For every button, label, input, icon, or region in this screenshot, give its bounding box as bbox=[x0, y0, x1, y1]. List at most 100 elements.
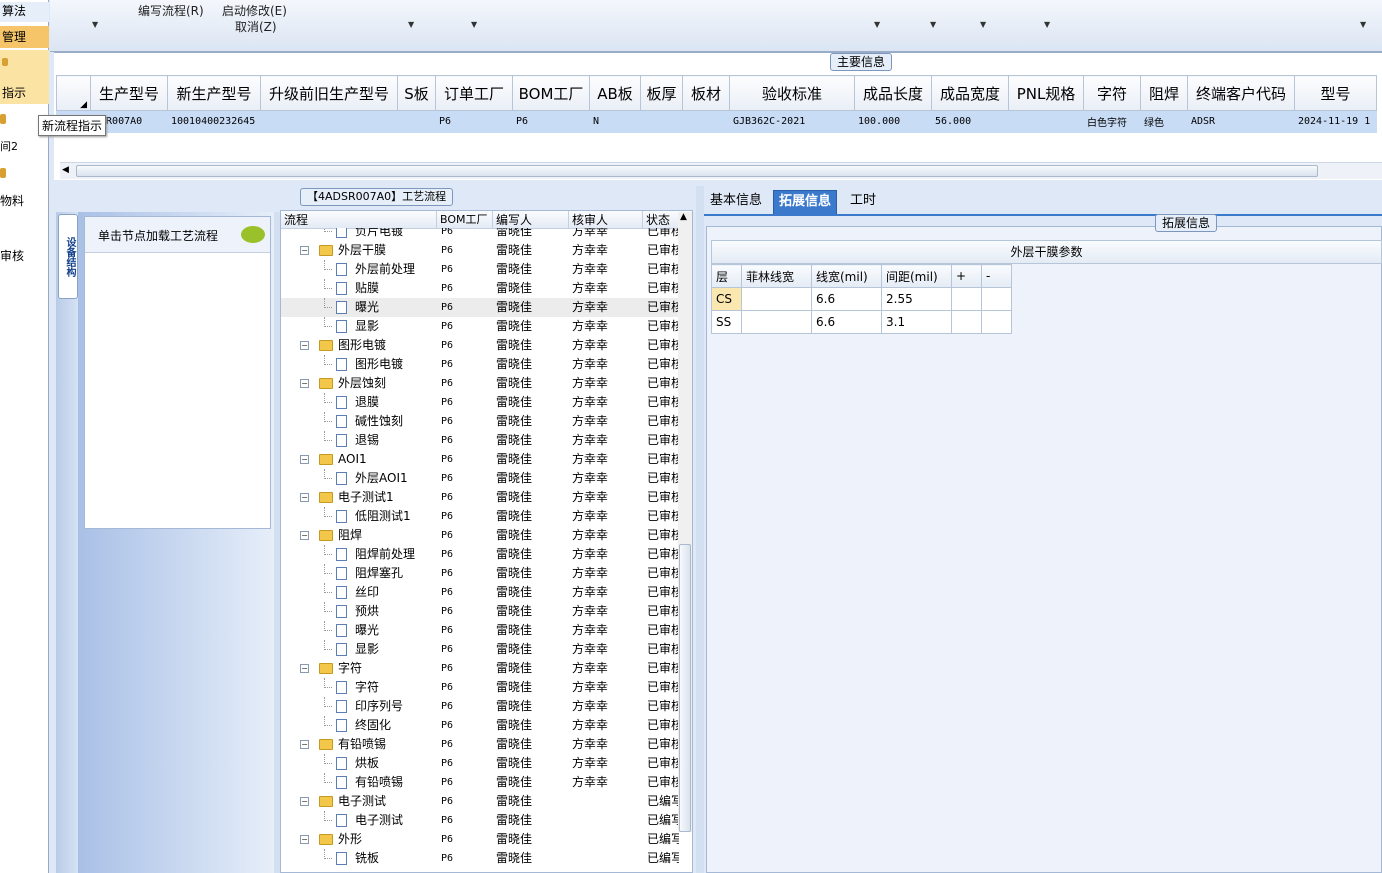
add-row-button[interactable]: + bbox=[951, 264, 982, 288]
collapse-icon[interactable]: − bbox=[300, 493, 309, 502]
tree-row[interactable]: − 外层干膜 P6 雷晓佳 方幸幸 已审核 bbox=[281, 241, 681, 260]
param-cell-line-width[interactable]: 6.6 bbox=[811, 310, 882, 334]
tree-row[interactable]: 烘板 P6 雷晓佳 方幸幸 已审核 bbox=[281, 754, 681, 773]
cancel-button[interactable]: 取消(Z) bbox=[235, 18, 277, 35]
param-cell-add[interactable] bbox=[951, 310, 982, 334]
collapse-icon[interactable]: − bbox=[300, 740, 309, 749]
col-header[interactable]: 板厚 bbox=[640, 75, 683, 111]
tree-row[interactable]: − 阻焊 P6 雷晓佳 方幸幸 已审核 bbox=[281, 526, 681, 545]
tree-row[interactable]: 丝印 P6 雷晓佳 方幸幸 已审核 bbox=[281, 583, 681, 602]
dropdown-arrow-icon[interactable]: ▼ bbox=[408, 20, 414, 29]
dropdown-arrow-icon[interactable]: ▼ bbox=[471, 20, 477, 29]
col-header[interactable]: 字符 bbox=[1083, 75, 1141, 111]
col-header-reviewer[interactable]: 核审人 bbox=[569, 211, 643, 229]
tree-row[interactable]: 碱性蚀刻 P6 雷晓佳 方幸幸 已审核 bbox=[281, 412, 681, 431]
tree-row[interactable]: 外层AOI1 P6 雷晓佳 方幸幸 已审核 bbox=[281, 469, 681, 488]
tree-row[interactable]: 印序列号 P6 雷晓佳 方幸幸 已审核 bbox=[281, 697, 681, 716]
table-cell[interactable]: 56.000 bbox=[931, 110, 1009, 133]
table-cell[interactable]: GJB362C-2021 bbox=[729, 110, 855, 133]
tree-row[interactable]: − 外形 P6 雷晓佳 已编写 bbox=[281, 830, 681, 849]
tree-row[interactable]: 有铅喷锡 P6 雷晓佳 方幸幸 已审核 bbox=[281, 773, 681, 792]
table-cell[interactable] bbox=[640, 110, 683, 133]
param-cell-spacing[interactable]: 3.1 bbox=[881, 310, 952, 334]
col-header[interactable]: 验收标准 bbox=[729, 75, 855, 111]
col-header-flow[interactable]: 流程 bbox=[281, 211, 437, 229]
tab-device-structure[interactable]: 设备结构 bbox=[58, 214, 78, 299]
col-header[interactable]: 板材 bbox=[682, 75, 730, 111]
param-cell-add[interactable] bbox=[951, 287, 982, 311]
table-cell[interactable]: 100.000 bbox=[854, 110, 932, 133]
dropdown-arrow-icon[interactable]: ▼ bbox=[874, 20, 880, 29]
col-header[interactable]: 型号 bbox=[1294, 75, 1377, 111]
tree-row[interactable]: 贴膜 P6 雷晓佳 方幸幸 已审核 bbox=[281, 279, 681, 298]
scroll-up-icon[interactable]: ▲ bbox=[680, 212, 687, 222]
tree-row[interactable]: 退膜 P6 雷晓佳 方幸幸 已审核 bbox=[281, 393, 681, 412]
param-row[interactable]: CS 6.6 2.55 bbox=[711, 287, 1012, 311]
nav-item-algorithm[interactable]: 算法 bbox=[0, 2, 49, 22]
dropdown-arrow-icon[interactable]: ▼ bbox=[92, 20, 98, 29]
tree-row[interactable]: 低阻测试1 P6 雷晓佳 方幸幸 已审核 bbox=[281, 507, 681, 526]
col-header[interactable]: 阻焊 bbox=[1140, 75, 1188, 111]
collapse-icon[interactable]: − bbox=[300, 664, 309, 673]
tree-row[interactable]: 电子测试 P6 雷晓佳 已编写 bbox=[281, 811, 681, 830]
collapse-icon[interactable]: − bbox=[300, 455, 309, 464]
table-cell[interactable]: 2024-11-19 1 bbox=[1294, 110, 1377, 133]
param-cell-film-width[interactable] bbox=[741, 287, 812, 311]
load-flow-box[interactable]: 单击节点加载工艺流程 bbox=[84, 216, 271, 529]
tab-extended-info[interactable]: 拓展信息 bbox=[773, 190, 838, 214]
splitter[interactable] bbox=[696, 186, 704, 873]
tree-row[interactable]: 显影 P6 雷晓佳 方幸幸 已审核 bbox=[281, 640, 681, 659]
tree-row[interactable]: 退锡 P6 雷晓佳 方幸幸 已审核 bbox=[281, 431, 681, 450]
scroll-thumb[interactable] bbox=[76, 165, 1318, 177]
table-cell[interactable] bbox=[682, 110, 730, 133]
col-header-bom[interactable]: BOM工厂 bbox=[437, 211, 493, 229]
col-header[interactable]: 生产型号 bbox=[90, 75, 168, 111]
tree-row[interactable]: − AOI1 P6 雷晓佳 方幸幸 已审核 bbox=[281, 450, 681, 469]
tree-row[interactable]: 负片电镀 P6 雷晓佳 方幸幸 已审核 bbox=[281, 228, 681, 241]
scroll-thumb[interactable] bbox=[679, 544, 691, 832]
nav-item-instruction[interactable]: 指示 bbox=[0, 50, 49, 104]
col-header[interactable]: PNL规格 bbox=[1008, 75, 1084, 111]
param-cell-line-width[interactable]: 6.6 bbox=[811, 287, 882, 311]
table-cell[interactable]: 白色字符 bbox=[1083, 110, 1141, 133]
dropdown-arrow-icon[interactable]: ▼ bbox=[1044, 20, 1050, 29]
param-cell-film-width[interactable] bbox=[741, 310, 812, 334]
table-cell[interactable]: P6 bbox=[435, 110, 513, 133]
table-cell[interactable] bbox=[397, 110, 436, 133]
collapse-icon[interactable]: − bbox=[300, 797, 309, 806]
collapse-icon[interactable]: − bbox=[300, 246, 309, 255]
dropdown-arrow-icon[interactable]: ▼ bbox=[980, 20, 986, 29]
col-header[interactable]: 成品长度 bbox=[854, 75, 932, 111]
remove-row-button[interactable]: - bbox=[981, 264, 1012, 288]
col-header[interactable]: 成品宽度 bbox=[931, 75, 1009, 111]
vertical-scrollbar[interactable]: ▲ bbox=[678, 212, 692, 832]
start-modify-button[interactable]: 启动修改(E) bbox=[222, 2, 287, 19]
col-header[interactable]: S板 bbox=[397, 75, 436, 111]
tree-row[interactable]: 字符 P6 雷晓佳 方幸幸 已审核 bbox=[281, 678, 681, 697]
collapse-icon[interactable]: − bbox=[300, 341, 309, 350]
tree-row[interactable]: − 电子测试 P6 雷晓佳 已编写 bbox=[281, 792, 681, 811]
tree-row[interactable]: 外层前处理 P6 雷晓佳 方幸幸 已审核 bbox=[281, 260, 681, 279]
nav-item-material[interactable]: 物料 bbox=[0, 166, 49, 210]
table-cell[interactable]: P6 bbox=[512, 110, 590, 133]
tree-row[interactable]: 曝光 P6 雷晓佳 方幸幸 已审核 bbox=[281, 298, 681, 317]
table-cell[interactable]: N bbox=[589, 110, 641, 133]
col-header[interactable]: BOM工厂 bbox=[512, 75, 590, 111]
tree-row[interactable]: 显影 P6 雷晓佳 方幸幸 已审核 bbox=[281, 317, 681, 336]
tree-row[interactable]: 阻焊前处理 P6 雷晓佳 方幸幸 已审核 bbox=[281, 545, 681, 564]
edit-flow-button[interactable]: 编写流程(R) bbox=[138, 2, 204, 19]
table-cell[interactable]: 绿色 bbox=[1140, 110, 1188, 133]
table-row[interactable]: DSR007A0 10010400232645 P6 P6 N GJB362C-2021 1… bbox=[56, 110, 1377, 133]
tree-row[interactable]: − 外层蚀刻 P6 雷晓佳 方幸幸 已审核 bbox=[281, 374, 681, 393]
tree-row[interactable]: − 字符 P6 雷晓佳 方幸幸 已审核 bbox=[281, 659, 681, 678]
row-selector-header[interactable]: ◢ bbox=[56, 75, 91, 111]
tree-row[interactable]: 图形电镀 P6 雷晓佳 方幸幸 已审核 bbox=[281, 355, 681, 374]
tab-basic-info[interactable]: 基本信息 bbox=[705, 190, 767, 214]
table-cell[interactable]: 10010400232645 bbox=[167, 110, 261, 133]
table-cell[interactable]: ADSR bbox=[1187, 110, 1295, 133]
collapse-icon[interactable]: − bbox=[300, 379, 309, 388]
param-cell-spacing[interactable]: 2.55 bbox=[881, 287, 952, 311]
tree-row[interactable]: 预烘 P6 雷晓佳 方幸幸 已审核 bbox=[281, 602, 681, 621]
col-header-author[interactable]: 编写人 bbox=[493, 211, 569, 229]
dropdown-arrow-icon[interactable]: ▼ bbox=[930, 20, 936, 29]
